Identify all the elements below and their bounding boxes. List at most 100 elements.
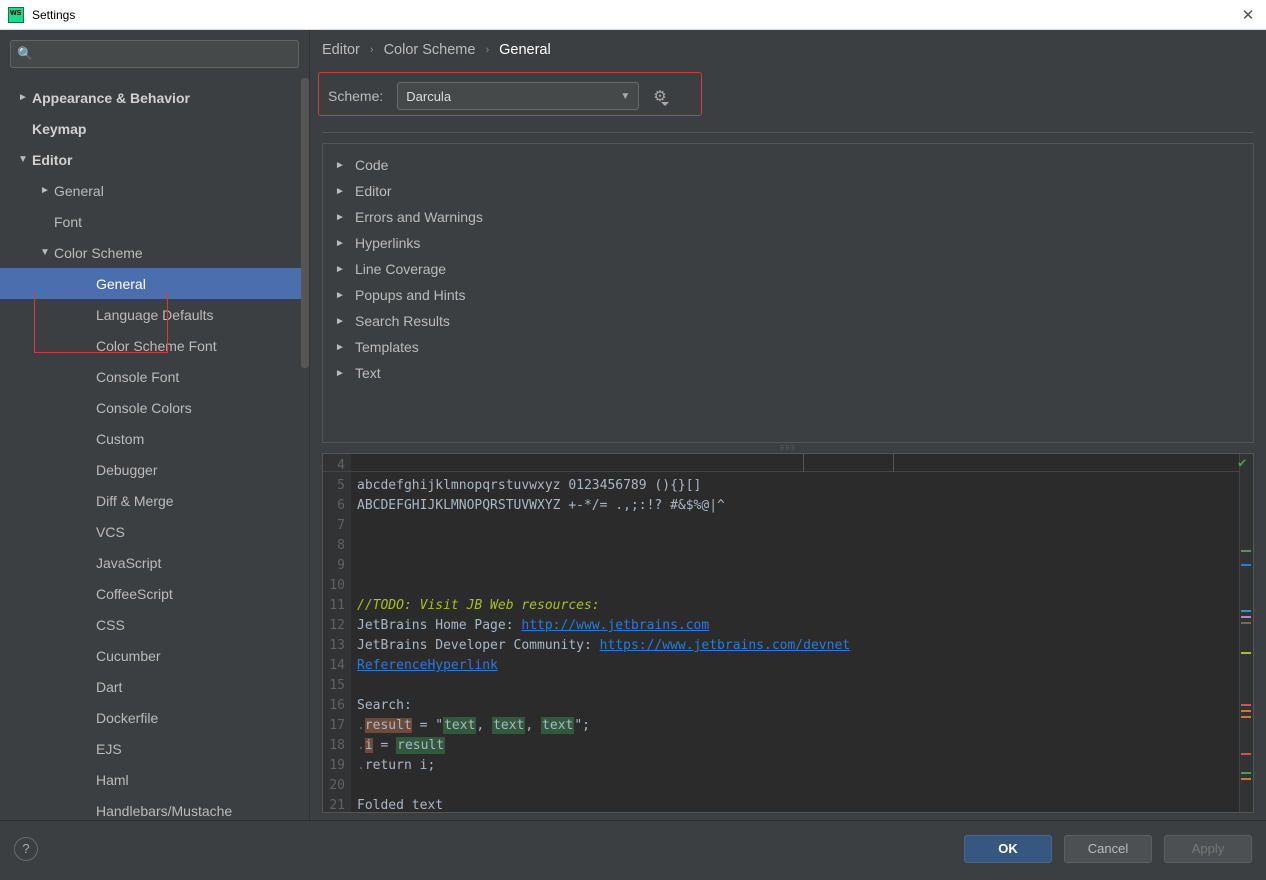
sidebar-item-label: Haml (96, 772, 129, 788)
caret-right-icon: ► (335, 316, 347, 327)
ok-button[interactable]: OK (964, 835, 1052, 863)
sidebar-item[interactable]: ►Keymap (0, 113, 309, 144)
error-stripe-marker[interactable] (1241, 778, 1251, 780)
sidebar-item[interactable]: ▼Editor (0, 144, 309, 175)
error-stripe-marker[interactable] (1241, 753, 1251, 755)
caret-right-icon: ► (335, 368, 347, 379)
sidebar-item[interactable]: ►Debugger (0, 454, 309, 485)
sidebar-item[interactable]: ►Appearance & Behavior (0, 82, 309, 113)
scrollbar[interactable] (301, 78, 309, 368)
error-stripe-marker[interactable] (1241, 616, 1251, 618)
search-input[interactable]: 🔍 (10, 40, 299, 68)
editor-markers[interactable]: ✔ (1239, 454, 1253, 812)
sidebar-item-label: Cucumber (96, 648, 161, 664)
sidebar-item[interactable]: ►Handlebars/Mustache (0, 795, 309, 820)
help-button[interactable]: ? (14, 837, 38, 861)
breadcrumb-item[interactable]: Color Scheme (384, 42, 476, 58)
sidebar-item-label: General (54, 183, 104, 199)
error-stripe-marker[interactable] (1241, 716, 1251, 718)
caret-right-icon: ► (18, 92, 32, 103)
sidebar-item-label: Keymap (32, 121, 86, 137)
category-label: Text (355, 365, 381, 381)
error-stripe-marker[interactable] (1241, 710, 1251, 712)
sidebar-item[interactable]: ►Font (0, 206, 309, 237)
error-stripe-marker[interactable] (1241, 564, 1251, 566)
app-icon (8, 7, 24, 23)
editor-preview: 4 5 6 7 8 9 10 11 12 13 14 15 16 17 18 1… (322, 453, 1254, 813)
category-item[interactable]: ►Popups and Hints (327, 282, 1249, 308)
caret-right-icon: ► (335, 186, 347, 197)
error-stripe-marker[interactable] (1241, 622, 1251, 624)
sidebar-item[interactable]: ►Custom (0, 423, 309, 454)
caret-right-icon: ► (335, 212, 347, 223)
main-panel: Editor › Color Scheme › General Scheme: … (310, 30, 1266, 820)
sidebar-item-label: Editor (32, 152, 72, 168)
error-stripe-marker[interactable] (1241, 610, 1251, 612)
category-item[interactable]: ► Templates (327, 334, 1249, 360)
breadcrumb-item[interactable]: Editor (322, 42, 360, 58)
sidebar-item-label: VCS (96, 524, 125, 540)
category-item[interactable]: ►Code (327, 152, 1249, 178)
sidebar-item-label: Color Scheme (54, 245, 143, 261)
inspection-status-icon: ✔ (1238, 455, 1254, 471)
sidebar-item[interactable]: ►CoffeeScript (0, 578, 309, 609)
category-label: Search Results (355, 313, 450, 329)
sidebar-item-label: Handlebars/Mustache (96, 803, 232, 819)
error-stripe-marker[interactable] (1241, 772, 1251, 774)
sidebar-item[interactable]: ►Console Font (0, 361, 309, 392)
sidebar-item[interactable]: ►EJS (0, 733, 309, 764)
error-stripe-marker[interactable] (1241, 704, 1251, 706)
gutter: 4 5 6 7 8 9 10 11 12 13 14 15 16 17 18 1… (323, 454, 351, 812)
sidebar-item[interactable]: ►Console Colors (0, 392, 309, 423)
category-item[interactable]: ►Line Coverage (327, 256, 1249, 282)
category-item[interactable]: ►Hyperlinks (327, 230, 1249, 256)
button-bar: ? OK Cancel Apply (0, 820, 1266, 876)
category-item[interactable]: ►Errors and Warnings (327, 204, 1249, 230)
splitter-grip[interactable]: ⠿⠿⠿ (322, 443, 1254, 453)
settings-tree: ►Appearance & Behavior►Keymap▼Editor►Gen… (0, 78, 309, 820)
sidebar-item[interactable]: ►Cucumber (0, 640, 309, 671)
sidebar-item[interactable]: ►Dockerfile (0, 702, 309, 733)
gear-icon[interactable]: ⚙ (653, 87, 666, 105)
category-item[interactable]: ► Search Results (327, 308, 1249, 334)
error-stripe-marker[interactable] (1241, 550, 1251, 552)
code-area[interactable]: abcdefghijklmnopqrstuvwxyz 0123456789 ()… (351, 454, 1253, 812)
sidebar-item-label: General (96, 276, 146, 292)
caret-right-icon: ► (335, 264, 347, 275)
editor-ruler (323, 454, 1239, 472)
scheme-label: Scheme: (328, 88, 383, 104)
sidebar-item-label: EJS (96, 741, 122, 757)
sidebar-item[interactable]: ►Color Scheme Font (0, 330, 309, 361)
scheme-dropdown[interactable]: Darcula ▼ (397, 82, 639, 110)
sidebar-item[interactable]: ►General (0, 268, 309, 299)
cancel-button[interactable]: Cancel (1064, 835, 1152, 863)
error-stripe-marker[interactable] (1241, 652, 1251, 654)
breadcrumb-current: General (499, 42, 551, 58)
sidebar-item-label: JavaScript (96, 555, 161, 571)
caret-right-icon: ► (40, 185, 54, 196)
caret-down-icon: ▼ (40, 247, 54, 258)
sidebar-item[interactable]: ►Language Defaults (0, 299, 309, 330)
apply-button[interactable]: Apply (1164, 835, 1252, 863)
caret-right-icon: ► (335, 342, 347, 353)
category-item[interactable]: ►Editor (327, 178, 1249, 204)
scheme-row: Scheme: Darcula ▼ ⚙ (322, 76, 1254, 116)
close-icon[interactable]: ✕ (1238, 6, 1258, 24)
category-item[interactable]: ► Text (327, 360, 1249, 386)
sidebar-item[interactable]: ►General (0, 175, 309, 206)
sidebar-item[interactable]: ►Dart (0, 671, 309, 702)
sidebar-item[interactable]: ►Diff & Merge (0, 485, 309, 516)
sidebar-item-label: Console Colors (96, 400, 192, 416)
category-label: Templates (355, 339, 419, 355)
sidebar-item-label: CoffeeScript (96, 586, 173, 602)
sidebar-item[interactable]: ►Haml (0, 764, 309, 795)
sidebar-item-label: Color Scheme Font (96, 338, 217, 354)
scheme-value: Darcula (406, 89, 451, 104)
sidebar-item[interactable]: ▼Color Scheme (0, 237, 309, 268)
sidebar-item[interactable]: ►JavaScript (0, 547, 309, 578)
caret-down-icon: ▼ (18, 154, 32, 165)
sidebar-item[interactable]: ►CSS (0, 609, 309, 640)
sidebar-item-label: Diff & Merge (96, 493, 174, 509)
sidebar-item-label: Custom (96, 431, 144, 447)
sidebar-item[interactable]: ►VCS (0, 516, 309, 547)
